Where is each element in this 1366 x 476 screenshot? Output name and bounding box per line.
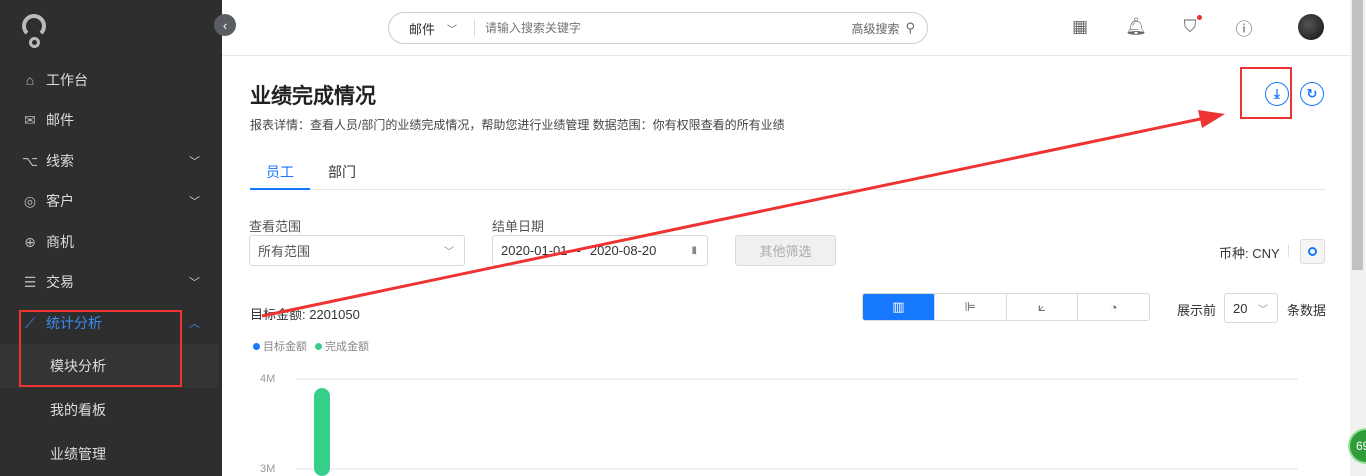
sidebar-item-deals[interactable]: ☰ 交易 ﹀ <box>0 262 222 302</box>
line-chart-icon: ⟀ <box>1037 299 1046 314</box>
scope-label: 查看范围 <box>249 219 302 234</box>
eye-icon <box>1308 247 1317 256</box>
collapse-sidebar-button[interactable]: ‹ <box>214 14 236 36</box>
line-chart-button[interactable]: ⟀ <box>1007 294 1079 320</box>
chevron-down-icon: ﹀ <box>447 24 458 36</box>
y-tick-label: 3M <box>260 463 275 475</box>
chart-legend: 目标金额 完成金额 <box>253 338 369 354</box>
calendar-icon[interactable]: ▦ <box>1069 16 1091 38</box>
mail-icon: ✉ <box>24 111 36 128</box>
bar-chart: 4M 3M <box>260 373 1298 476</box>
search-type-select[interactable]: 邮件 ﹀ <box>389 19 475 37</box>
sidebar-item-opportunities[interactable]: ⊕ 商机 <box>0 222 222 262</box>
download-icon: ⤓ <box>1274 86 1280 101</box>
pie-chart-icon: ◔ <box>1109 299 1118 315</box>
home-icon: ⌂ <box>25 72 35 88</box>
sidebar-item-statistics[interactable]: ⟋ 统计分析 ︿ <box>0 303 222 343</box>
sidebar-item-label: 工作台 <box>46 72 88 88</box>
sidebar-subitem-dashboard[interactable]: 我的看板 <box>0 388 218 432</box>
date-separator: - <box>576 243 581 258</box>
leads-icon: ⌥ <box>21 152 39 169</box>
legend-item-target[interactable]: 目标金额 <box>253 338 307 354</box>
search-icon[interactable]: ⚲ <box>905 20 915 36</box>
sidebar-item-customers[interactable]: ◎ 客户 ﹀ <box>0 181 222 221</box>
scope-value: 所有范围 <box>258 244 311 259</box>
date-end: 2020-08-20 <box>589 243 657 258</box>
advanced-search-link[interactable]: 高级搜索 <box>851 20 899 37</box>
chevron-down-icon: ﹀ <box>444 247 454 258</box>
sidebar-item-workbench[interactable]: ⌂ 工作台 <box>0 60 222 100</box>
top-header: 邮件 ﹀ 高级搜索 ⚲ ▦ 🔔︎ ⛉ ⓘ <box>222 0 1350 56</box>
horizontal-bar-icon: ⊫ <box>964 299 976 314</box>
scope-select[interactable]: 所有范围 ﹀ <box>249 235 465 266</box>
sidebar-subitem-performance[interactable]: 业绩管理 <box>0 432 218 476</box>
search-input[interactable] <box>475 21 852 35</box>
sidebar-subitem-module-analysis[interactable]: 模块分析 <box>0 344 218 388</box>
legend-label: 目标金额 <box>263 341 307 353</box>
display-count-select[interactable]: 20 ﹀ <box>1224 293 1278 323</box>
sidebar: ⌂ 工作台 ✉ 邮件 ⌥ 线索 ﹀ ◎ 客户 ﹀ ⊕ 商机 ☰ 交易 ﹀ ⟋ 统计分析 ︿ 模块分析 … <box>0 0 222 476</box>
chevron-down-icon: ﹀ <box>189 277 200 289</box>
chevron-up-icon: ︿ <box>189 318 200 330</box>
bar-chart-icon: ▥ <box>892 299 905 314</box>
legend-label: 完成金额 <box>325 341 369 353</box>
sidebar-item-label: 客户 <box>46 193 74 209</box>
chevron-down-icon: ﹀ <box>189 196 200 208</box>
display-count: 20 <box>1233 300 1248 316</box>
sidebar-item-label: 线索 <box>46 153 74 169</box>
tab-employee[interactable]: 员工 <box>250 154 310 190</box>
legend-item-completed[interactable]: 完成金额 <box>315 338 369 354</box>
page-title: 业绩完成情况 <box>250 85 376 108</box>
document-icon: ☰ <box>23 273 37 290</box>
display-suffix: 条数据 <box>1287 303 1327 318</box>
toggle-visibility-button[interactable] <box>1300 239 1325 264</box>
tab-department[interactable]: 部门 <box>312 154 372 190</box>
sidebar-item-label: 统计分析 <box>46 315 102 331</box>
display-prefix: 展示前 <box>1177 303 1217 318</box>
divider <box>1288 245 1289 257</box>
scrollbar[interactable] <box>1350 0 1366 476</box>
date-label: 结单日期 <box>492 219 545 234</box>
refresh-icon: ↻ <box>1306 86 1318 101</box>
currency-label: 币种: CNY <box>1219 246 1280 261</box>
logo <box>22 14 48 48</box>
date-start: 2020-01-01 <box>501 243 568 258</box>
date-range-input[interactable]: 2020-01-01-2020-08-20 ▮ <box>492 235 708 266</box>
shield-icon[interactable]: ⛉ <box>1179 15 1202 38</box>
chevron-down-icon: ﹀ <box>189 156 200 168</box>
sidebar-item-label: 邮件 <box>46 112 74 128</box>
chevron-down-icon: ﹀ <box>1258 304 1268 316</box>
chart-line-icon: ⟋ <box>25 314 35 331</box>
page-description: 报表详情：查看人员/部门的业绩完成情况，帮助您进行业绩管理 数据范围：你有权限查… <box>250 118 785 132</box>
search-type-label: 邮件 <box>409 21 436 37</box>
bar-completed[interactable] <box>314 388 330 476</box>
bell-icon[interactable]: 🔔︎ <box>1125 16 1147 38</box>
scrollbar-thumb[interactable] <box>1352 0 1363 270</box>
sidebar-item-label: 我的看板 <box>50 402 106 418</box>
other-filter-button[interactable]: 其他筛选 <box>735 235 836 266</box>
customer-icon: ◎ <box>23 192 37 209</box>
target-icon: ⊕ <box>24 233 36 250</box>
tabs: 员工 部门 <box>250 154 1326 190</box>
help-icon[interactable]: ⓘ <box>1233 16 1255 39</box>
chart-type-switch: ▥ ⊫ ⟀ ◔ <box>862 293 1150 321</box>
bar-chart-button[interactable]: ▥ <box>863 294 935 320</box>
horizontal-bar-chart-button[interactable]: ⊫ <box>935 294 1007 320</box>
sidebar-item-leads[interactable]: ⌥ 线索 ﹀ <box>0 141 222 181</box>
sidebar-item-label: 交易 <box>46 274 74 290</box>
sidebar-item-label: 模块分析 <box>50 358 106 374</box>
sidebar-item-label: 业绩管理 <box>50 446 106 462</box>
refresh-button[interactable]: ↻ <box>1300 82 1324 106</box>
y-tick-label: 4M <box>260 373 275 385</box>
calendar-icon: ▮ <box>691 245 697 256</box>
notification-dot <box>1197 15 1202 20</box>
search-bar: 邮件 ﹀ 高级搜索 ⚲ <box>388 12 928 44</box>
sidebar-item-mail[interactable]: ✉ 邮件 <box>0 100 222 140</box>
target-amount: 目标金额: 2201050 <box>250 307 360 322</box>
download-button[interactable]: ⤓ <box>1265 82 1289 106</box>
avatar[interactable] <box>1298 14 1324 40</box>
pie-chart-button[interactable]: ◔ <box>1078 294 1149 320</box>
sidebar-item-label: 商机 <box>46 234 74 250</box>
